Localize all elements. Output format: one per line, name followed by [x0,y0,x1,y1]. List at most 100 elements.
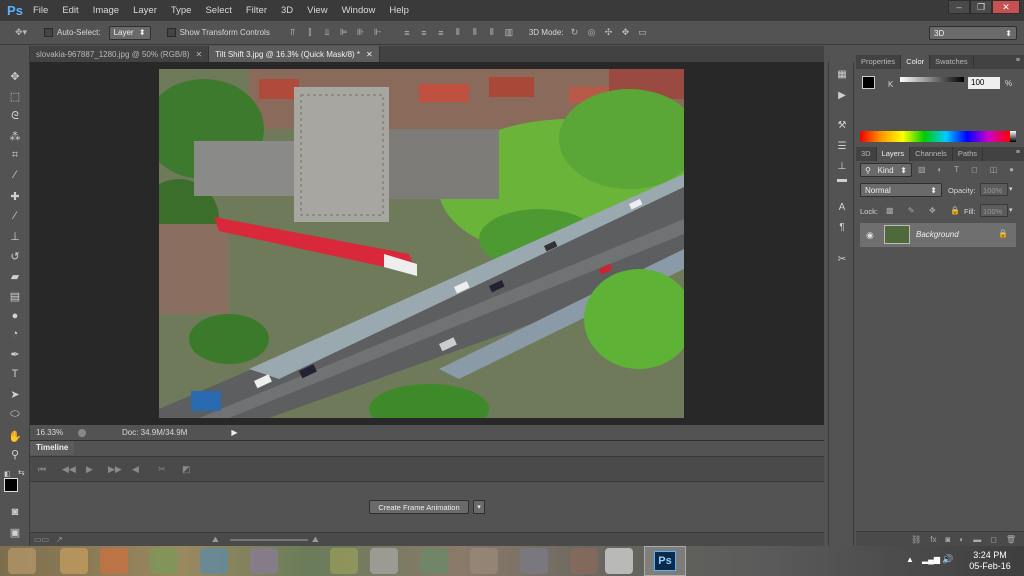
zoom-slider[interactable] [230,539,308,541]
new-layer-icon[interactable]: ◻ [990,535,997,544]
next-frame-icon[interactable]: ▶▶ [108,464,122,475]
align-top-icon[interactable]: ⫪ [287,27,299,39]
taskbar-app-icon[interactable] [250,548,278,574]
pixel-filter-icon[interactable]: ▨ [918,165,926,177]
menu-select[interactable]: Select [198,5,238,16]
transition-icon[interactable]: ◩ [182,464,191,475]
align-hcenter-icon[interactable]: ⊪ [355,27,367,39]
lock-transparent-icon[interactable]: ▩ [886,206,894,215]
taskbar-app-icon[interactable] [100,548,128,574]
panel-menu-icon[interactable]: ≡ [1012,55,1024,69]
taskbar-app-icon[interactable] [200,548,228,574]
screen-mode-icon[interactable]: ▣ [6,524,24,540]
shape-filter-icon[interactable]: ◻ [971,165,978,177]
marquee-tool-icon[interactable]: ⬚ [6,88,24,104]
lasso-tool-icon[interactable]: ᘓ [6,108,24,124]
auto-select-checkbox[interactable] [44,28,53,37]
distribute-left-icon[interactable]: ⦀ [452,27,464,39]
lock-all-icon[interactable]: 🔒 [950,206,960,215]
status-info-icon[interactable] [78,428,86,437]
delete-layer-icon[interactable]: 🗑 [1006,535,1016,544]
new-group-icon[interactable]: ▬ [973,535,981,544]
eraser-tool-icon[interactable]: ▰ [6,268,24,284]
swap-colors-icon[interactable]: ⇆ [18,468,25,477]
brush-panel-icon[interactable]: ☰ [834,139,850,153]
close-icon[interactable]: ✕ [366,50,373,59]
taskbar-app-icon[interactable] [60,548,88,574]
link-layers-icon[interactable]: ⛓ [911,535,921,544]
prev-frame-icon[interactable]: ◀◀ [62,464,76,475]
restore-button[interactable]: ❐ [970,0,992,14]
history-panel-icon[interactable]: ▦ [834,67,850,81]
paragraph-panel-icon[interactable]: ¶ [834,220,850,234]
path-selection-icon[interactable]: ➤ [6,386,24,402]
3d-scale-icon[interactable]: ▭ [637,27,649,39]
clone-source-icon[interactable]: ⊥ [834,159,850,173]
tab-tilt-shift[interactable]: Tilt Shift 3.jpg @ 16.3% (Quick Mask/8) … [209,46,380,62]
zoom-level[interactable]: 16.33% [36,428,76,437]
3d-slide-icon[interactable]: ✥ [620,27,632,39]
minimize-button[interactable]: ‒ [948,0,970,14]
blend-mode-dropdown[interactable]: Normal ⬍ [860,183,942,197]
taskbar-app-icon[interactable] [330,548,358,574]
taskbar-app-icon[interactable] [520,548,548,574]
type-filter-icon[interactable]: T [954,165,959,177]
convert-icon[interactable]: ↗ [56,535,63,544]
document-canvas[interactable] [159,69,684,418]
taskbar-app-icon[interactable] [8,548,36,574]
healing-brush-icon[interactable]: ✚ [6,188,24,204]
eyedropper-icon[interactable]: ⁄ [6,167,24,183]
close-icon[interactable]: ✕ [196,50,203,59]
menu-window[interactable]: Window [335,5,383,16]
taskbar-app-icon[interactable] [370,548,398,574]
visibility-eye-icon[interactable]: ◉ [866,230,874,241]
move-tool-preset-icon[interactable]: ✥▾ [10,27,32,39]
transform-controls-checkbox[interactable] [166,28,176,37]
fill-dropdown-icon[interactable]: ▾ [1009,206,1013,214]
character-panel-icon[interactable]: A [834,200,850,214]
loop-icon[interactable]: ▭▭ [34,535,49,544]
3d-rotate-icon[interactable]: ↻ [569,27,581,39]
move-tool-icon[interactable]: ✥ [6,68,24,84]
tab-swatches[interactable]: Swatches [930,55,974,69]
tab-layers[interactable]: Layers [876,147,911,161]
tool-presets-icon[interactable]: ▬ [834,172,850,186]
create-frame-animation-button[interactable]: Create Frame Animation [369,500,469,514]
menu-view[interactable]: View [300,5,334,16]
filter-toggle-icon[interactable]: ● [1009,165,1014,177]
distribute-hcenter-icon[interactable]: ⦀ [469,27,481,39]
taskbar-photoshop-button[interactable]: Ps [644,546,686,576]
align-bottom-icon[interactable]: ⫫ [321,27,333,39]
hand-tool-icon[interactable]: ✋ [6,428,24,444]
network-signal-icon[interactable]: ▂▄▆ [922,555,940,564]
play-icon[interactable]: ▶ [86,464,93,475]
layer-filter-dropdown[interactable]: ⚲ Kind ⬍ [860,163,912,177]
adjustments-panel-icon[interactable]: ⚒ [834,118,850,132]
history-brush-icon[interactable]: ↺ [6,248,24,264]
show-hidden-icons[interactable]: ▲ [906,555,914,564]
workspace-dropdown[interactable]: 3D ⬍ [929,26,1017,40]
ellipse-tool-icon[interactable]: ⬭ [6,406,24,422]
distribute-right-icon[interactable]: ⦀ [486,27,498,39]
dodge-tool-icon[interactable]: ◔ [6,326,24,342]
volume-icon[interactable]: 🔊 [942,554,953,565]
3d-pan-icon[interactable]: ✣ [603,27,615,39]
tab-color[interactable]: Color [901,55,931,69]
menu-filter[interactable]: Filter [239,5,274,16]
taskbar-app-icon[interactable] [570,548,598,574]
menu-help[interactable]: Help [382,5,416,16]
align-vcenter-icon[interactable]: ⫿ [304,27,316,39]
color-fg-swatch[interactable] [862,76,875,89]
lock-position-icon[interactable]: ✥ [929,206,936,215]
tab-channels[interactable]: Channels [910,147,953,161]
timeline-tab[interactable]: Timeline [30,441,75,455]
brush-tool-icon[interactable]: ⁄ [6,208,24,224]
crop-tool-icon[interactable]: ⌗ [6,147,24,163]
system-clock[interactable]: 3:24 PM 05-Feb-16 [962,550,1018,572]
adjustment-layer-icon[interactable]: ◐ [959,535,964,544]
menu-image[interactable]: Image [86,5,126,16]
clone-stamp-icon[interactable]: ⊥ [6,228,24,244]
tools-options-icon[interactable]: ✂ [834,252,850,266]
distribute-top-icon[interactable]: ≡ [401,27,413,39]
smart-filter-icon[interactable]: ◫ [990,165,998,177]
